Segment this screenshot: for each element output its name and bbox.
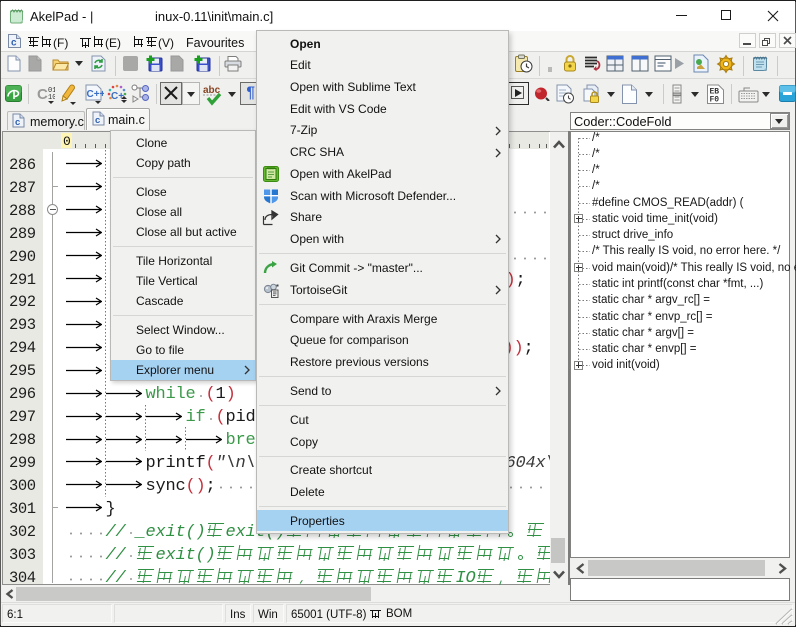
svg-text:C++: C++ [87, 89, 105, 100]
svg-text:10: 10 [48, 94, 55, 102]
svg-text:c: c [15, 117, 20, 128]
svg-text:c: c [11, 38, 17, 49]
svg-text:C: C [37, 86, 48, 103]
svg-text:F0: F0 [710, 96, 720, 105]
svg-text:c: c [95, 115, 100, 126]
